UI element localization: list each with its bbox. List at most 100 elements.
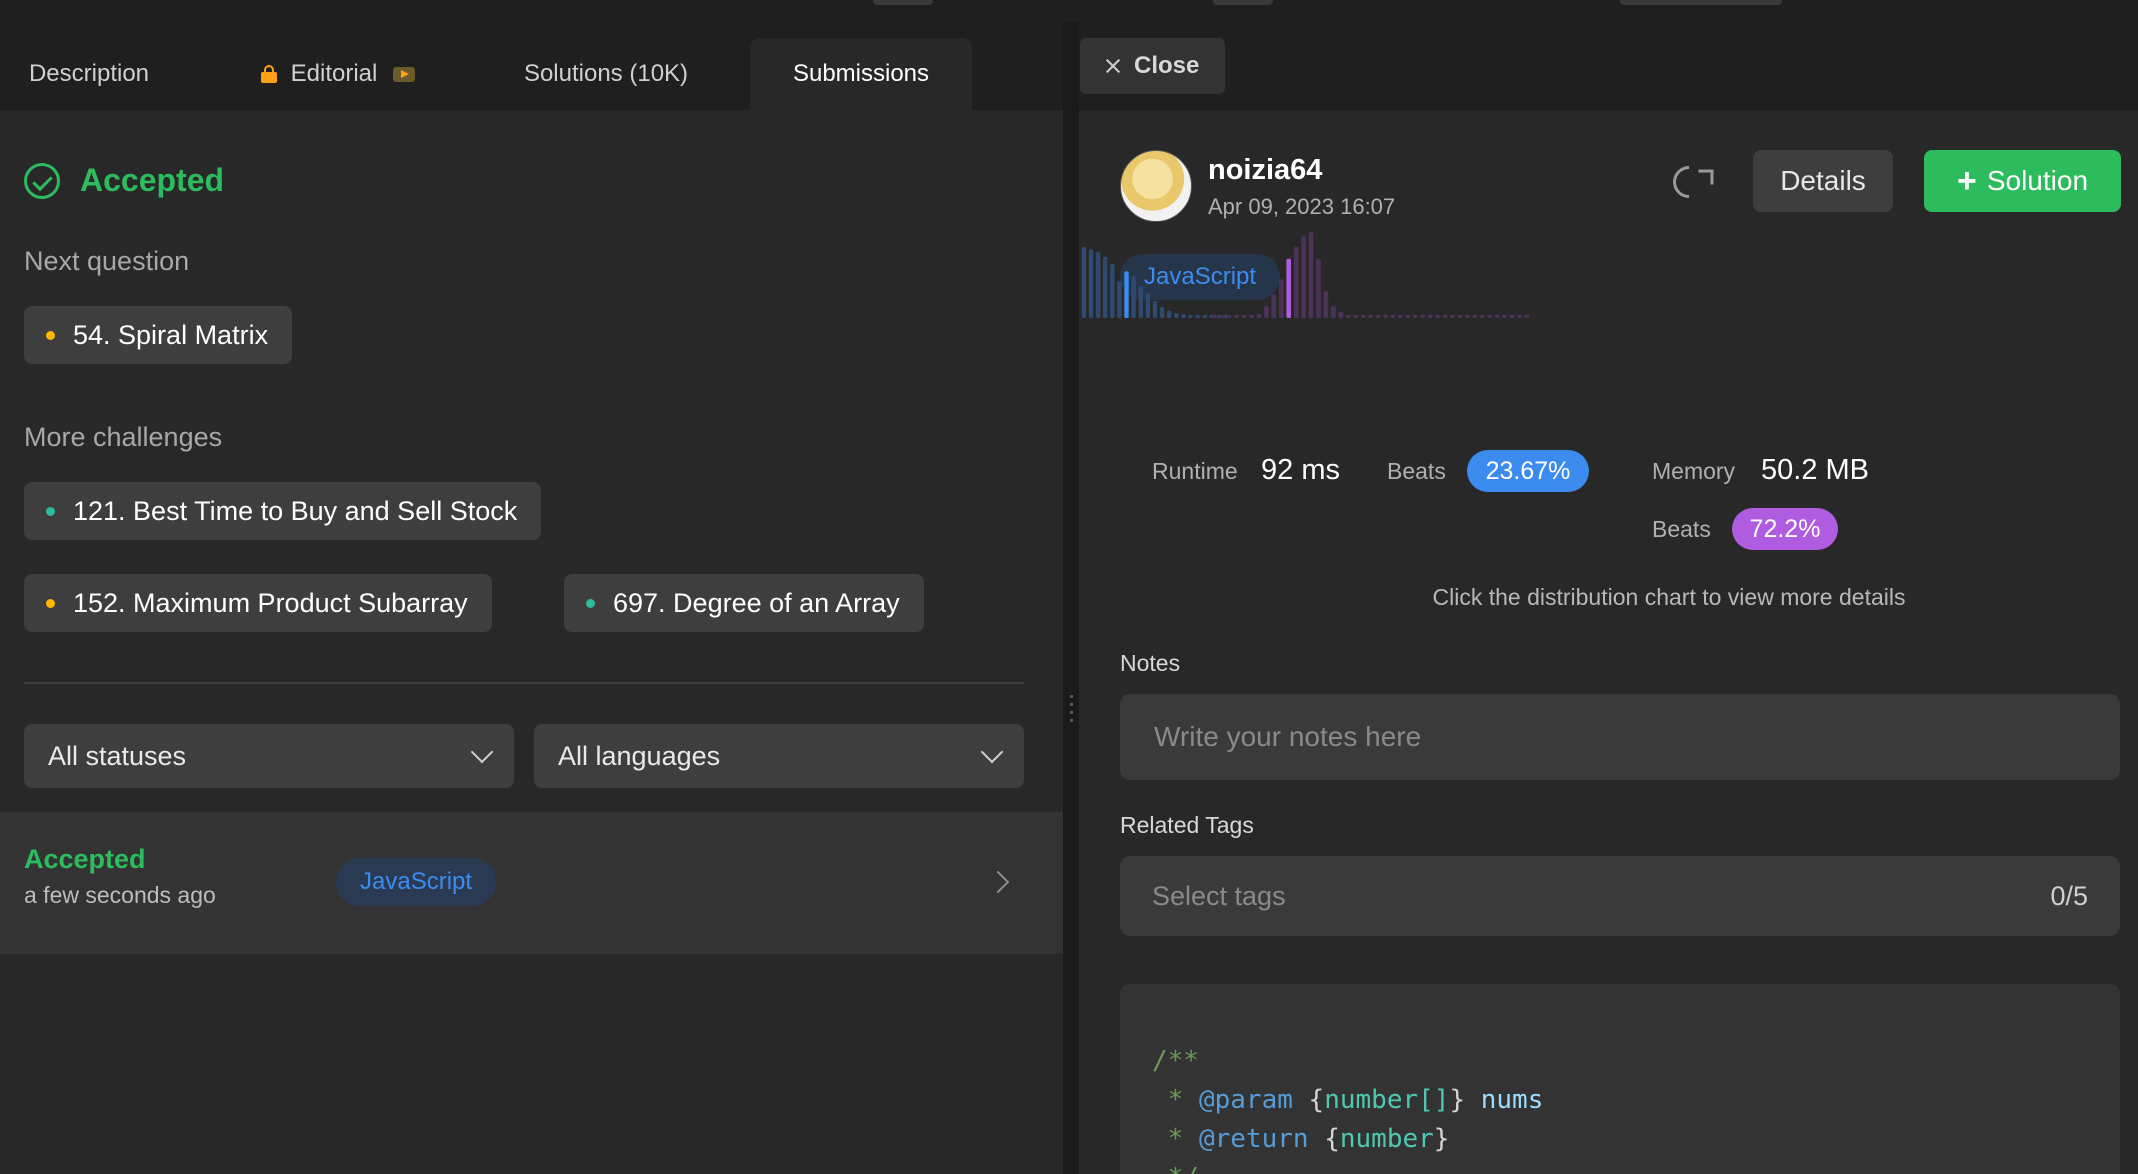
submission-row[interactable]: Accepted a few seconds ago JavaScript: [0, 812, 1063, 954]
distribution-bar[interactable]: [1279, 279, 1284, 318]
distribution-bar[interactable]: [1124, 271, 1129, 318]
notes-label: Notes: [1120, 650, 1181, 676]
submission-detail-panel: Close noizia64 Apr 09, 2023 16:07 Detail…: [1079, 22, 2138, 1174]
next-question-label: Next question: [24, 246, 190, 276]
distribution-charts[interactable]: [1079, 22, 2138, 442]
challenge-chip[interactable]: 697. Degree of an Array: [564, 574, 924, 632]
distribution-bar[interactable]: [1103, 256, 1108, 318]
distribution-bar[interactable]: [1145, 293, 1151, 319]
notes-input[interactable]: Write your notes here: [1120, 694, 2120, 780]
distribution-bar[interactable]: [1360, 315, 1366, 318]
distribution-bar[interactable]: [1465, 315, 1470, 318]
distribution-bar[interactable]: [1226, 315, 1232, 318]
distribution-bar[interactable]: [1249, 315, 1254, 318]
distribution-bar[interactable]: [1412, 315, 1418, 318]
distribution-bar[interactable]: [1375, 315, 1381, 318]
chevron-down-icon: [980, 740, 1004, 764]
status-filter-select[interactable]: All statuses: [24, 724, 514, 788]
distribution-bar[interactable]: [1095, 251, 1101, 318]
distribution-bar[interactable]: [1264, 306, 1269, 318]
memory-label: Memory: [1652, 458, 1736, 484]
distribution-bar[interactable]: [1131, 276, 1136, 318]
distribution-bar[interactable]: [1509, 315, 1515, 318]
distribution-bar[interactable]: [1088, 249, 1094, 318]
distribution-bar[interactable]: [1427, 315, 1433, 318]
distribution-bar[interactable]: [1420, 315, 1425, 318]
distribution-bar[interactable]: [1524, 315, 1530, 318]
distribution-bar[interactable]: [1256, 313, 1262, 318]
distribution-bar[interactable]: [1323, 291, 1329, 318]
difficulty-medium-dot: [46, 598, 55, 608]
code-viewer[interactable]: /** * @param {number[]} nums * @return {…: [1120, 984, 2120, 1174]
distribution-bar[interactable]: [1202, 315, 1207, 318]
language-badge: JavaScript: [336, 858, 497, 906]
distribution-bar[interactable]: [1219, 315, 1224, 318]
next-question-chip[interactable]: 54. Spiral Matrix: [24, 306, 293, 364]
toolbar-nub: [1213, 0, 1273, 5]
distribution-bar[interactable]: [1174, 313, 1179, 318]
runtime-label: Runtime: [1152, 458, 1238, 484]
panel-resize-handle[interactable]: [1063, 22, 1079, 1174]
distribution-bar[interactable]: [1368, 315, 1373, 318]
distribution-bar[interactable]: [1308, 232, 1314, 318]
challenge-chip[interactable]: 121. Best Time to Buy and Sell Stock: [24, 482, 542, 540]
runtime-distribution-chart: [1081, 246, 1229, 319]
runtime-value: 92 ms: [1261, 454, 1340, 486]
distribution-bar[interactable]: [1159, 307, 1165, 318]
distribution-bar[interactable]: [1457, 315, 1463, 318]
difficulty-medium-dot: [46, 330, 55, 340]
distribution-bar[interactable]: [1152, 300, 1158, 318]
distribution-bar[interactable]: [1487, 315, 1492, 318]
distribution-bar[interactable]: [1110, 264, 1115, 318]
distribution-bar[interactable]: [1167, 310, 1172, 318]
distribution-bar[interactable]: [1435, 315, 1440, 318]
memory-beats-label: Beats: [1652, 516, 1711, 542]
video-icon: [393, 66, 416, 82]
distribution-bar[interactable]: [1301, 236, 1306, 318]
distribution-bar[interactable]: [1353, 315, 1358, 318]
tab-description[interactable]: Description: [0, 38, 178, 110]
result-header: Accepted: [24, 162, 224, 199]
language-filter-select[interactable]: All languages: [534, 724, 1024, 788]
distribution-bar[interactable]: [1383, 315, 1388, 318]
runtime-beats-badge: 23.67%: [1467, 450, 1589, 492]
distribution-bar[interactable]: [1405, 315, 1411, 318]
distribution-bar[interactable]: [1502, 315, 1507, 318]
distribution-bar[interactable]: [1494, 315, 1500, 318]
distribution-bar[interactable]: [1479, 315, 1485, 318]
distribution-bar[interactable]: [1450, 315, 1455, 318]
distribution-bar[interactable]: [1442, 315, 1448, 318]
distribution-bar[interactable]: [1517, 315, 1522, 318]
tab-submissions-label: Submissions: [792, 60, 930, 87]
chevron-right-icon: [986, 870, 1010, 894]
tab-submissions[interactable]: Submissions: [750, 38, 972, 110]
difficulty-easy-dot: [586, 598, 595, 608]
distribution-bar[interactable]: [1316, 258, 1321, 318]
distribution-bar[interactable]: [1472, 315, 1478, 318]
distribution-bar[interactable]: [1398, 315, 1403, 318]
distribution-bar[interactable]: [1286, 258, 1291, 318]
chart-hint: Click the distribution chart to view mor…: [1432, 584, 1906, 610]
distribution-bar[interactable]: [1138, 286, 1143, 318]
distribution-bar[interactable]: [1293, 246, 1299, 318]
distribution-bar[interactable]: [1117, 281, 1122, 318]
distribution-bar[interactable]: [1390, 315, 1396, 318]
distribution-bar[interactable]: [1338, 312, 1344, 318]
drag-handle-icon: [1070, 695, 1073, 725]
tab-solutions[interactable]: Solutions (10K): [486, 38, 726, 110]
distribution-bar[interactable]: [1195, 315, 1200, 318]
distribution-bar[interactable]: [1271, 294, 1277, 318]
challenge-chip[interactable]: 152. Maximum Product Subarray: [24, 574, 492, 632]
distribution-bar[interactable]: [1188, 315, 1193, 318]
distribution-bar[interactable]: [1234, 315, 1239, 318]
tab-editorial[interactable]: Editorial: [228, 38, 448, 110]
tags-select[interactable]: Select tags 0/5: [1120, 856, 2120, 936]
distribution-bar[interactable]: [1331, 306, 1336, 318]
challenge-title: 152. Maximum Product Subarray: [73, 587, 468, 618]
distribution-bar[interactable]: [1241, 315, 1247, 318]
distribution-bar[interactable]: [1212, 315, 1217, 318]
distribution-bar[interactable]: [1181, 314, 1186, 318]
toolbar-nub: [873, 0, 933, 5]
distribution-bar[interactable]: [1346, 315, 1351, 318]
distribution-bar[interactable]: [1081, 246, 1087, 318]
